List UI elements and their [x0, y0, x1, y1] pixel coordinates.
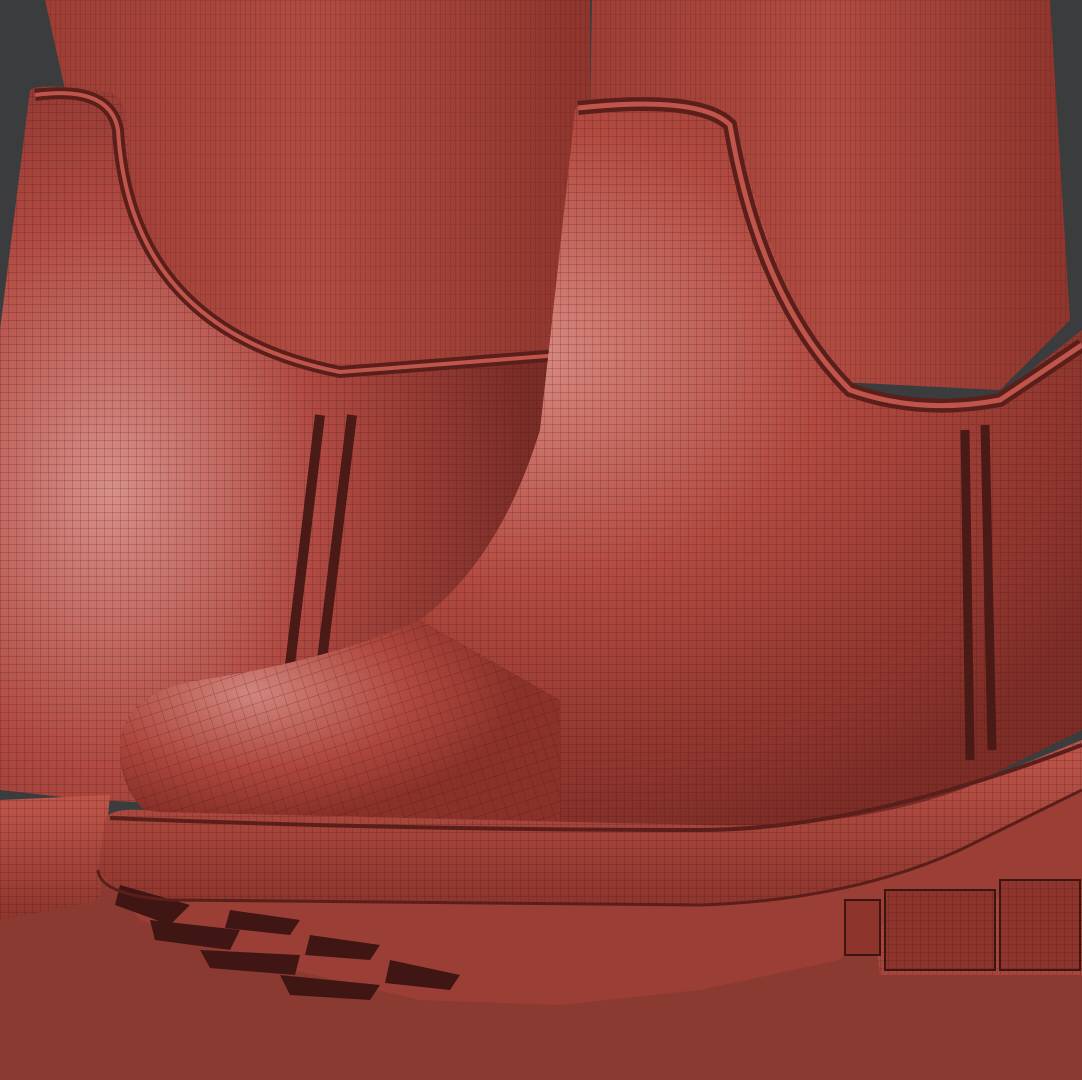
3d-viewport[interactable] [0, 0, 1082, 1080]
boots-render [0, 0, 1082, 1080]
